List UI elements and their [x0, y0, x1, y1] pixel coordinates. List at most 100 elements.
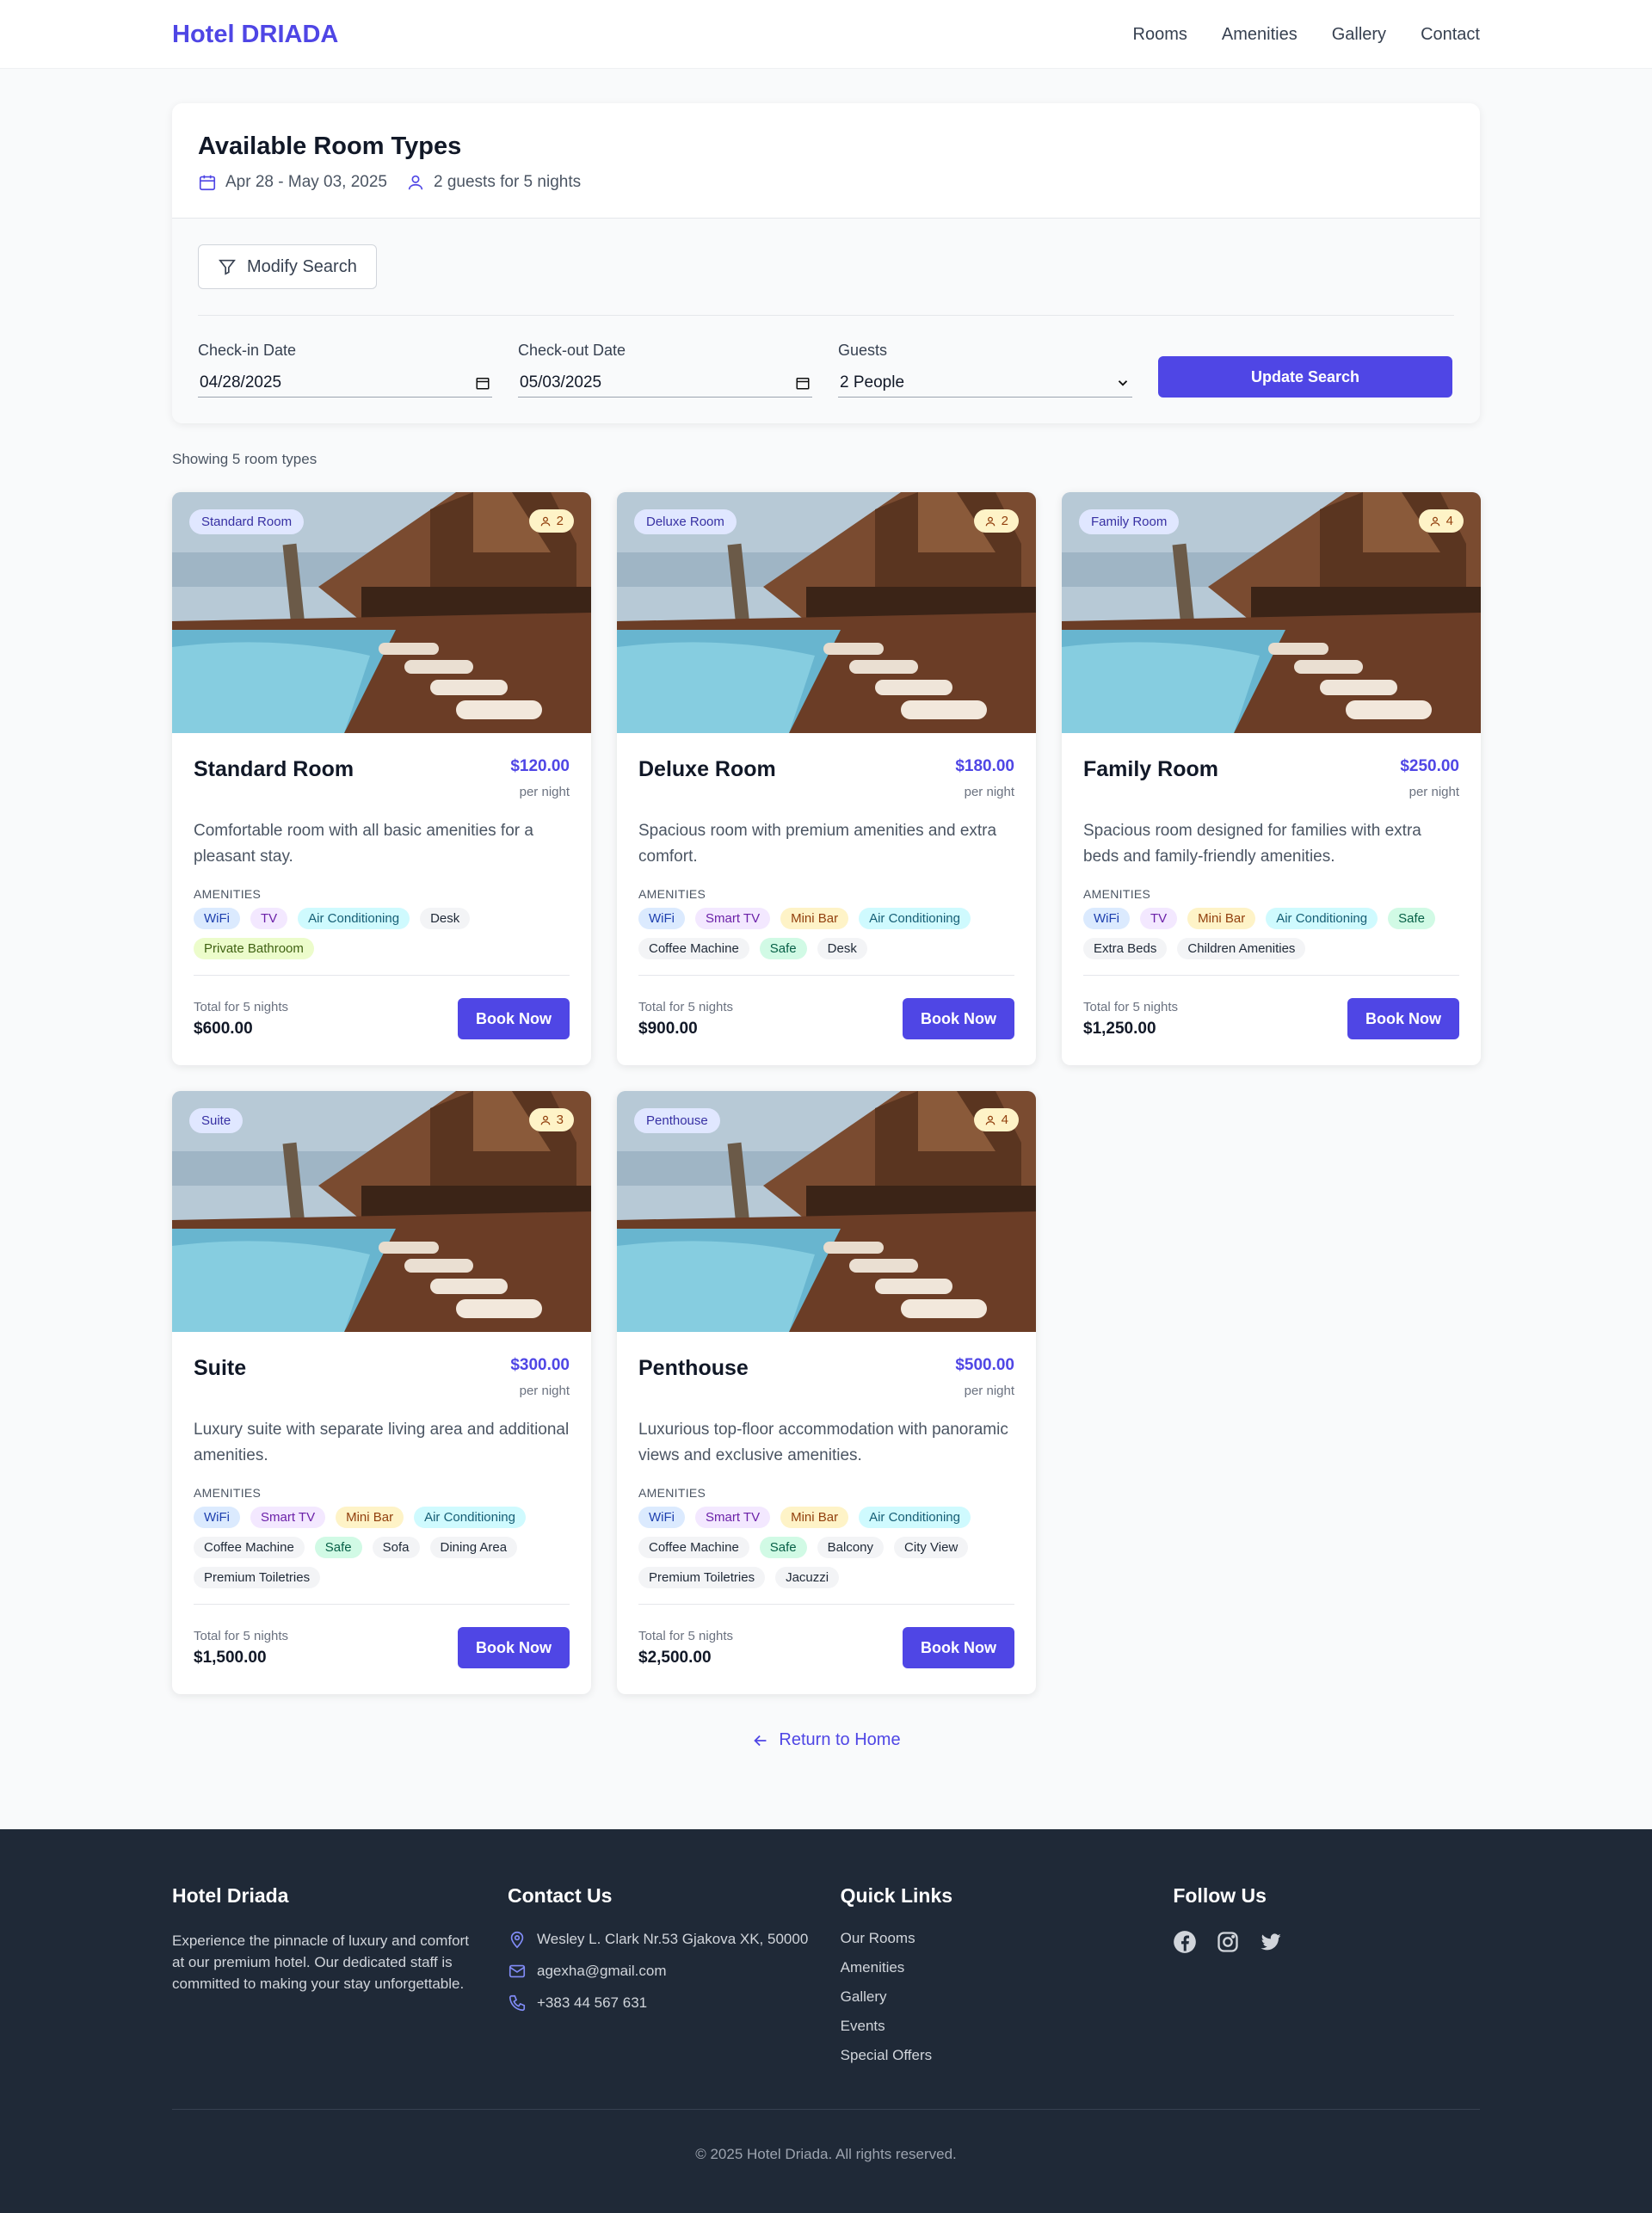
room-name: Deluxe Room — [638, 757, 776, 781]
total-label: Total for 5 nights — [194, 999, 289, 1014]
update-search-button[interactable]: Update Search — [1158, 356, 1452, 398]
nav-contact[interactable]: Contact — [1421, 25, 1480, 45]
checkout-input[interactable]: 05/03/2025 — [518, 368, 812, 398]
amenity-tag: WiFi — [638, 908, 685, 929]
guests-select[interactable]: 2 People — [838, 368, 1132, 398]
footer-link-events[interactable]: Events — [841, 2018, 1148, 2035]
amenity-list: WiFi Smart TV Mini Bar Air Conditioning Coff… — [638, 1507, 1014, 1605]
user-icon — [540, 1115, 550, 1125]
amenities-label: AMENITIES — [194, 887, 262, 901]
room-card: Family Room 4 Family Room $250.00 per ni… — [1062, 492, 1481, 1065]
guests-value: 2 People — [840, 373, 905, 391]
filter-icon — [219, 259, 236, 275]
footer-follow-title: Follow Us — [1173, 1884, 1267, 1907]
room-photo[interactable]: Standard Room 2 — [172, 492, 591, 733]
capacity-badge: 4 — [973, 1108, 1019, 1131]
amenity-tag: WiFi — [638, 1507, 685, 1528]
room-type-badge: Suite — [189, 1108, 243, 1133]
return-home-link[interactable]: Return to Home — [751, 1730, 901, 1750]
amenities-label: AMENITIES — [638, 1486, 706, 1500]
footer-divider — [172, 2109, 1480, 2110]
capacity-value: 2 — [1001, 514, 1008, 528]
amenity-tag: WiFi — [194, 1507, 240, 1528]
nav-gallery[interactable]: Gallery — [1332, 25, 1386, 45]
address-text: Wesley L. Clark Nr.53 Gjakova XK, 50000 — [537, 1931, 809, 1947]
footer-link-our-rooms[interactable]: Our Rooms — [841, 1930, 1148, 1947]
phone-text: +383 44 567 631 — [537, 1994, 648, 2011]
amenity-tag: WiFi — [1083, 908, 1130, 929]
amenity-tag: Smart TV — [250, 1507, 326, 1528]
modify-search-button[interactable]: Modify Search — [198, 244, 377, 289]
brand-logo[interactable]: Hotel DRIADA — [172, 21, 338, 49]
room-type-badge: Penthouse — [634, 1108, 720, 1133]
main-nav: Rooms Amenities Gallery Contact — [1133, 25, 1480, 45]
amenity-tag: TV — [1140, 908, 1178, 929]
calendar-picker-icon[interactable] — [475, 375, 490, 391]
footer-contact-title: Contact Us — [508, 1884, 613, 1907]
book-now-button[interactable]: Book Now — [903, 998, 1014, 1039]
amenity-tag: Coffee Machine — [638, 938, 749, 959]
per-night-label: per night — [964, 785, 1014, 799]
instagram-icon[interactable] — [1216, 1930, 1240, 1954]
return-home-label: Return to Home — [779, 1730, 901, 1749]
capacity-badge: 4 — [1418, 509, 1464, 533]
room-price: $180.00 — [955, 757, 1014, 775]
room-type-badge: Deluxe Room — [634, 509, 737, 534]
calendar-picker-icon[interactable] — [795, 375, 811, 391]
room-name: Penthouse — [638, 1356, 749, 1380]
total-price: $600.00 — [194, 1019, 253, 1038]
footer-address: Wesley L. Clark Nr.53 Gjakova XK, 50000 — [508, 1930, 815, 1949]
amenity-tag: WiFi — [194, 908, 240, 929]
amenity-tag: Coffee Machine — [194, 1537, 305, 1558]
book-now-button[interactable]: Book Now — [458, 998, 570, 1039]
nav-rooms[interactable]: Rooms — [1133, 25, 1187, 45]
amenity-tag: Desk — [817, 938, 867, 959]
footer-about-title: Hotel Driada — [172, 1884, 289, 1907]
amenity-tag: Safe — [1388, 908, 1435, 929]
room-photo[interactable]: Penthouse 4 — [617, 1091, 1036, 1332]
room-photo[interactable]: Suite 3 — [172, 1091, 591, 1332]
amenity-list: WiFi TV Mini Bar Air Conditioning Safe Extra … — [1083, 908, 1459, 976]
footer-phone[interactable]: +383 44 567 631 — [508, 1994, 815, 2013]
nav-amenities[interactable]: Amenities — [1222, 25, 1298, 45]
search-panel: Available Room Types Apr 28 - May 03, 20… — [172, 103, 1480, 423]
capacity-badge: 2 — [528, 509, 574, 533]
amenities-label: AMENITIES — [1083, 887, 1151, 901]
amenity-tag: Mini Bar — [780, 908, 849, 929]
room-photo[interactable]: Deluxe Room 2 — [617, 492, 1036, 733]
total-price: $1,500.00 — [194, 1648, 267, 1667]
amenity-tag: Coffee Machine — [638, 1537, 749, 1558]
phone-icon — [509, 1994, 526, 2012]
total-price: $2,500.00 — [638, 1648, 712, 1667]
twitter-icon[interactable] — [1259, 1930, 1283, 1954]
book-now-button[interactable]: Book Now — [1347, 998, 1459, 1039]
user-icon — [1430, 516, 1439, 526]
amenity-tag: Safe — [759, 1537, 807, 1558]
facebook-icon[interactable] — [1173, 1930, 1197, 1954]
total-label: Total for 5 nights — [638, 999, 734, 1014]
modify-search-label: Modify Search — [247, 256, 357, 276]
page-title: Available Room Types — [198, 133, 462, 160]
checkin-input[interactable]: 04/28/2025 — [198, 368, 492, 398]
capacity-badge: 2 — [973, 509, 1019, 533]
amenity-tag: Smart TV — [695, 1507, 771, 1528]
arrow-left-icon — [754, 1735, 767, 1746]
amenity-tag: Private Bathroom — [194, 938, 314, 959]
footer-link-amenities[interactable]: Amenities — [841, 1959, 1148, 1976]
footer-link-gallery[interactable]: Gallery — [841, 1988, 1148, 2006]
calendar-icon — [199, 175, 216, 191]
checkin-value: 04/28/2025 — [200, 373, 282, 391]
amenity-tag: Air Conditioning — [859, 1507, 971, 1528]
book-now-button[interactable]: Book Now — [903, 1627, 1014, 1668]
user-icon — [985, 516, 995, 526]
footer-email[interactable]: agexha@gmail.com — [508, 1962, 815, 1981]
footer-link-special-offers[interactable]: Special Offers — [841, 2047, 1148, 2064]
chevron-down-icon — [1118, 379, 1128, 386]
amenity-tag: Balcony — [817, 1537, 885, 1558]
amenities-label: AMENITIES — [194, 1486, 262, 1500]
footer-about-text: Experience the pinnacle of luxury and co… — [172, 1933, 469, 1992]
book-now-button[interactable]: Book Now — [458, 1627, 570, 1668]
amenity-tag: Premium Toiletries — [638, 1567, 766, 1588]
total-label: Total for 5 nights — [1083, 999, 1179, 1014]
room-photo[interactable]: Family Room 4 — [1062, 492, 1481, 733]
